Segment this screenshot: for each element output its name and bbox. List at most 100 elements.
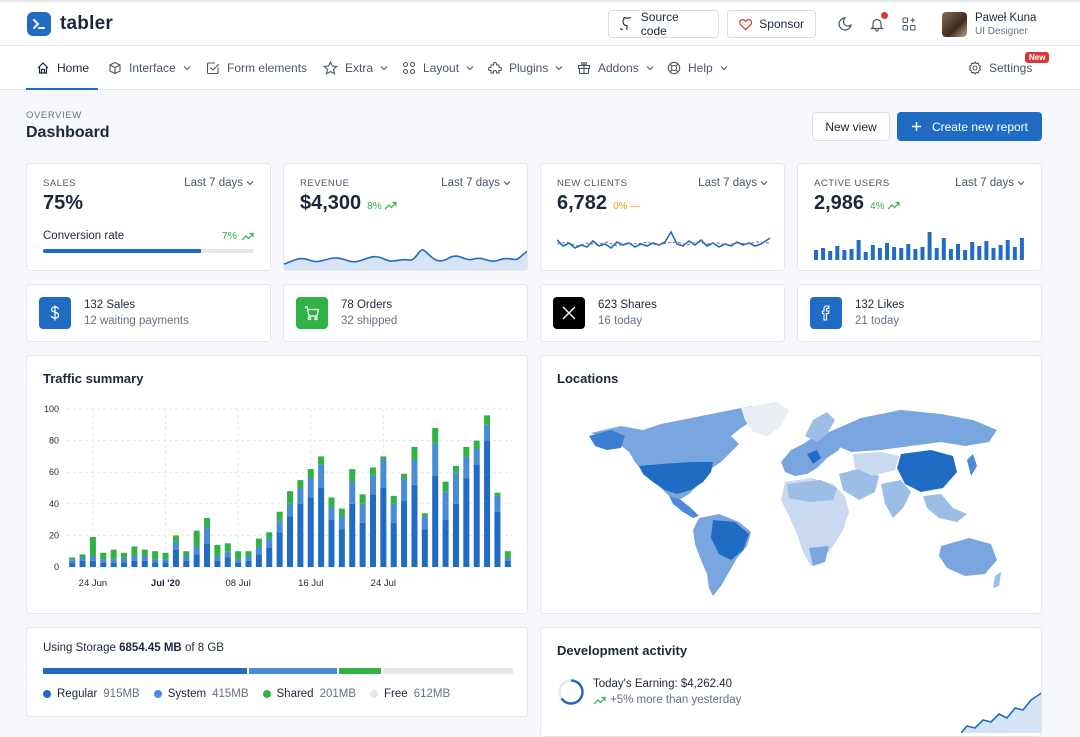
traffic-bar-segment[interactable] [235, 562, 242, 567]
traffic-bar-segment[interactable] [286, 491, 294, 504]
traffic-bar-segment[interactable] [266, 532, 273, 539]
traffic-bar-segment[interactable] [432, 427, 439, 444]
traffic-bar-segment[interactable] [390, 495, 397, 504]
traffic-bar-segment[interactable] [255, 538, 262, 547]
traffic-bar-segment[interactable] [432, 443, 439, 476]
traffic-bar-segment[interactable] [401, 473, 408, 479]
traffic-bar-segment[interactable] [442, 519, 449, 567]
sales-period-dropdown[interactable]: Last 7 days [184, 177, 254, 189]
traffic-bar-segment[interactable] [494, 492, 501, 496]
bell-icon[interactable] [868, 12, 888, 33]
traffic-bar-segment[interactable] [380, 456, 387, 460]
traffic-bar-segment[interactable] [307, 469, 314, 479]
traffic-bar-segment[interactable] [69, 559, 76, 563]
traffic-bar-segment[interactable] [121, 557, 128, 563]
traffic-bar-segment[interactable] [463, 478, 470, 567]
traffic-bar-segment[interactable] [245, 560, 252, 567]
traffic-bar-segment[interactable] [286, 516, 294, 567]
traffic-bar-segment[interactable] [318, 464, 325, 488]
traffic-bar-segment[interactable] [141, 549, 148, 556]
traffic-bar-segment[interactable] [121, 562, 128, 567]
traffic-bar-segment[interactable] [328, 497, 335, 507]
traffic-bar-segment[interactable] [162, 559, 169, 563]
traffic-bar-segment[interactable] [141, 560, 148, 567]
traffic-bar-segment[interactable] [89, 555, 96, 561]
traffic-bar-segment[interactable] [463, 456, 470, 479]
traffic-bar-segment[interactable] [152, 562, 159, 567]
traffic-bar-segment[interactable] [100, 559, 107, 563]
traffic-bar-segment[interactable] [276, 521, 283, 533]
traffic-bar-segment[interactable] [349, 469, 356, 482]
apps-icon[interactable] [900, 15, 918, 33]
traffic-bar-segment[interactable] [473, 448, 480, 465]
traffic-bar-segment[interactable] [235, 551, 242, 560]
clients-period-dropdown[interactable]: Last 7 days [698, 177, 768, 189]
traffic-bar-segment[interactable] [204, 518, 211, 528]
nav-extra[interactable]: Extra [323, 46, 388, 90]
traffic-bar-segment[interactable] [100, 562, 107, 567]
traffic-bar-segment[interactable] [307, 497, 314, 567]
traffic-bar-segment[interactable] [131, 555, 138, 561]
traffic-bar-segment[interactable] [276, 532, 283, 567]
traffic-bar-segment[interactable] [504, 551, 511, 558]
traffic-bar-segment[interactable] [266, 538, 273, 549]
traffic-bar-segment[interactable] [255, 554, 262, 567]
world-map[interactable] [581, 396, 1001, 606]
new-view-button[interactable]: New view [812, 112, 890, 141]
traffic-bar-segment[interactable] [224, 551, 231, 558]
traffic-bar-segment[interactable] [359, 494, 366, 504]
traffic-bar-segment[interactable] [318, 488, 325, 567]
traffic-bar-segment[interactable] [421, 529, 428, 567]
traffic-bar-segment[interactable] [452, 465, 459, 473]
traffic-bar-segment[interactable] [276, 511, 283, 522]
traffic-bar-segment[interactable] [307, 478, 314, 498]
users-period-dropdown[interactable]: Last 7 days [955, 177, 1025, 189]
user-menu[interactable]: Paweł Kuna UI Designer [942, 12, 1036, 37]
traffic-bar-segment[interactable] [266, 548, 273, 567]
traffic-bar-segment[interactable] [390, 522, 397, 567]
traffic-bar-segment[interactable] [110, 559, 117, 563]
traffic-bar-segment[interactable] [297, 503, 304, 567]
sponsor-button[interactable]: Sponsor [727, 10, 816, 38]
traffic-bar-segment[interactable] [401, 500, 408, 567]
traffic-bar-segment[interactable] [79, 554, 86, 558]
nav-layout[interactable]: Layout [402, 46, 474, 90]
traffic-bar-segment[interactable] [442, 481, 449, 492]
create-report-button[interactable]: Create new report [897, 112, 1042, 141]
traffic-bar-segment[interactable] [297, 480, 304, 488]
traffic-bar-segment[interactable] [421, 513, 428, 517]
traffic-bar-segment[interactable] [349, 503, 356, 567]
traffic-bar-segment[interactable] [494, 495, 501, 512]
traffic-bar-segment[interactable] [318, 456, 325, 465]
traffic-bar-segment[interactable] [121, 552, 128, 558]
nav-home[interactable]: Home [36, 46, 89, 90]
traffic-bar-segment[interactable] [369, 467, 376, 476]
traffic-bar-segment[interactable] [390, 503, 397, 523]
traffic-bar-segment[interactable] [411, 484, 418, 567]
traffic-bar-segment[interactable] [494, 511, 501, 567]
traffic-bar-segment[interactable] [224, 543, 231, 552]
traffic-bar-segment[interactable] [235, 559, 242, 563]
traffic-bar-segment[interactable] [100, 552, 107, 560]
traffic-bar-segment[interactable] [79, 557, 86, 561]
traffic-bar-segment[interactable] [484, 424, 491, 441]
traffic-bar-segment[interactable] [183, 551, 190, 556]
traffic-bar-segment[interactable] [338, 529, 345, 567]
traffic-bar-segment[interactable] [421, 516, 428, 530]
traffic-bar-segment[interactable] [328, 506, 335, 520]
traffic-bar-segment[interactable] [131, 546, 138, 556]
traffic-bar-segment[interactable] [401, 478, 408, 501]
traffic-bar-segment[interactable] [69, 562, 76, 567]
moon-icon[interactable] [836, 15, 854, 33]
traffic-bar-segment[interactable] [369, 475, 376, 495]
traffic-bar-segment[interactable] [172, 541, 179, 550]
traffic-bar-segment[interactable] [204, 527, 211, 544]
traffic-bar-segment[interactable] [89, 536, 96, 556]
traffic-bar-segment[interactable] [245, 555, 252, 561]
traffic-bar-segment[interactable] [484, 415, 491, 425]
traffic-bar-segment[interactable] [224, 557, 231, 567]
traffic-bar-segment[interactable] [473, 440, 480, 449]
traffic-bar-segment[interactable] [183, 555, 190, 561]
traffic-bar-segment[interactable] [172, 535, 179, 542]
traffic-bar-segment[interactable] [338, 508, 345, 517]
